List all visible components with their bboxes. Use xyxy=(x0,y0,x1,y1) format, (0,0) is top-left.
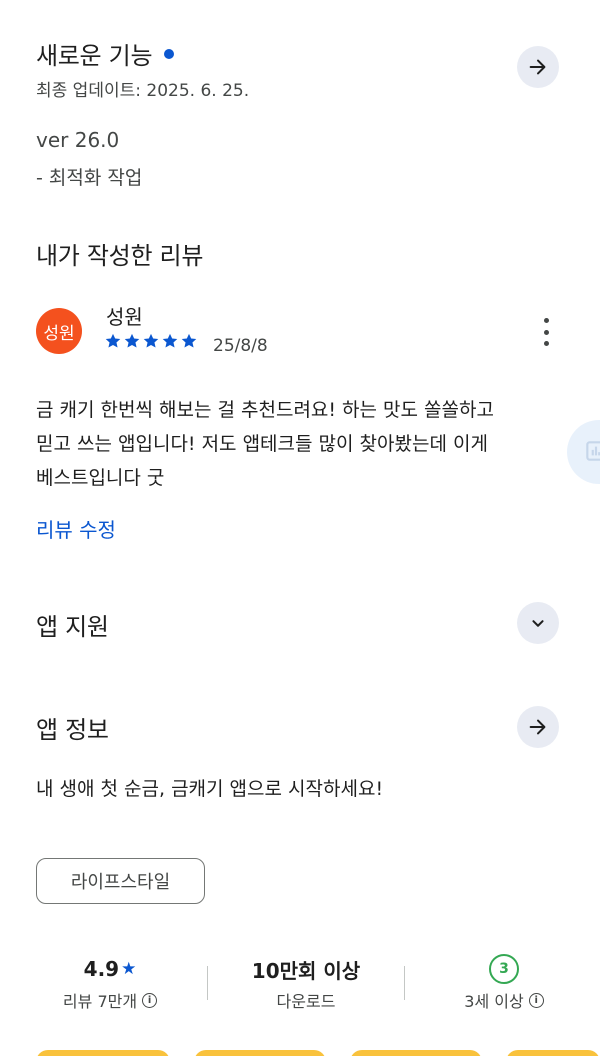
stat-divider xyxy=(404,966,405,1000)
chart-icon xyxy=(586,441,600,461)
star-rating xyxy=(104,332,198,350)
rating-value: 4.9 xyxy=(83,957,120,981)
star-icon: ★ xyxy=(121,959,137,979)
arrow-right-icon xyxy=(529,719,546,735)
screenshot-thumbnail[interactable] xyxy=(506,1050,600,1056)
whats-new-arrow-button[interactable] xyxy=(517,46,559,88)
stat-divider xyxy=(207,966,208,1000)
release-notes: - 최적화 작업 xyxy=(36,167,143,189)
reviewer-name: 성원 xyxy=(106,305,143,329)
review-count: 리뷰 7만개 xyxy=(62,992,138,1011)
age-rating-label: 3세 이상 xyxy=(464,992,524,1011)
age-rating-badge-icon: 3 xyxy=(489,954,519,984)
screenshot-thumbnail[interactable] xyxy=(194,1050,326,1056)
star-icon xyxy=(181,333,197,348)
my-review-title: 내가 작성한 리뷰 xyxy=(36,242,204,270)
star-icon xyxy=(105,333,121,348)
arrow-right-icon xyxy=(529,59,546,75)
new-indicator-dot xyxy=(164,48,175,59)
review-text-line: 베스트입니다 굿 xyxy=(36,467,165,489)
whats-new-title: 새로운 기능 xyxy=(36,36,175,71)
chevron-down-icon xyxy=(532,620,544,627)
version-text: ver 26.0 xyxy=(36,128,120,152)
app-info-title: 앱 정보 xyxy=(36,716,109,744)
category-chip[interactable]: 라이프스타일 xyxy=(36,858,205,904)
rating-stat[interactable]: 4.9 ★ 리뷰 7만개 i xyxy=(30,954,190,1012)
app-info-arrow-button[interactable] xyxy=(517,706,559,748)
more-options-button[interactable] xyxy=(533,318,559,346)
age-rating-stat[interactable]: 3 3세 이상 i xyxy=(424,954,584,1012)
screenshot-thumbnail[interactable] xyxy=(350,1050,482,1056)
info-icon: i xyxy=(528,992,544,1008)
downloads-value: 10만회 이상 xyxy=(251,958,361,983)
downloads-stat: 10만회 이상 다운로드 xyxy=(226,954,386,1012)
review-text-line: 믿고 쓰는 앱입니다! 저도 앱테크들 많이 찾아봤는데 이게 xyxy=(36,433,488,455)
star-icon xyxy=(162,333,178,348)
more-vert-icon xyxy=(543,318,549,323)
app-description: 내 생애 첫 순금, 금캐기 앱으로 시작하세요! xyxy=(36,778,384,800)
whats-new-title-text: 새로운 기능 xyxy=(36,42,153,70)
app-details-page: 새로운 기능 최종 업데이트: 2025. 6. 25. ver 26.0 - … xyxy=(0,0,600,1056)
review-text-line: 금 캐기 한번씩 해보는 걸 추천드려요! 하는 맛도 쏠쏠하고 xyxy=(36,399,494,421)
review-date: 25/8/8 xyxy=(213,336,268,356)
edit-review-link[interactable]: 리뷰 수정 xyxy=(36,514,116,543)
avatar: 성원 xyxy=(36,308,82,354)
screenshot-thumbnail[interactable] xyxy=(36,1050,170,1056)
review-text: 금 캐기 한번씩 해보는 걸 추천드려요! 하는 맛도 쏠쏠하고 믿고 쓰는 앱… xyxy=(36,393,576,495)
app-support-expand-button[interactable] xyxy=(517,602,559,644)
app-support-title: 앱 지원 xyxy=(36,613,109,641)
star-icon xyxy=(124,333,140,348)
downloads-label: 다운로드 xyxy=(276,992,336,1011)
last-updated: 최종 업데이트: 2025. 6. 25. xyxy=(36,81,250,101)
star-icon xyxy=(143,333,159,348)
info-icon: i xyxy=(142,992,158,1008)
